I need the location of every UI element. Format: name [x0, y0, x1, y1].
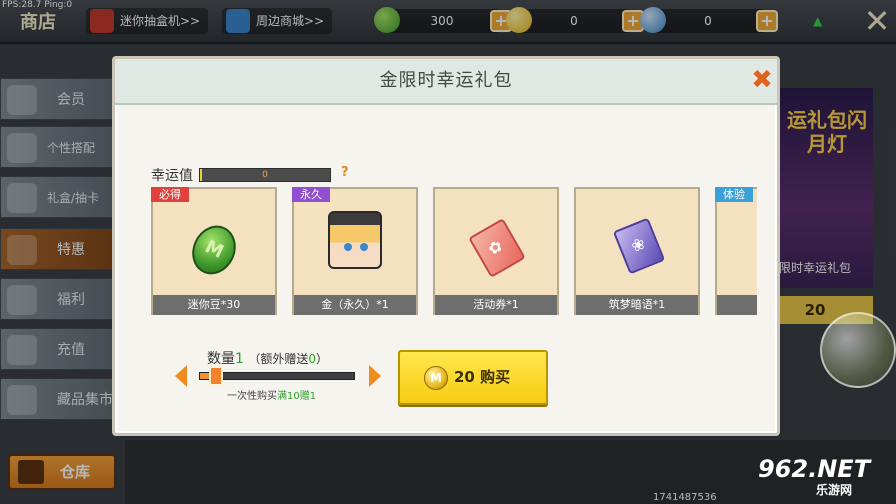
luck-progress-bar: 0: [199, 168, 331, 182]
reward-item[interactable]: 筑梦暗语*1: [574, 187, 700, 315]
reward-tag: 必得: [151, 187, 189, 202]
dream-ticket-icon: [612, 217, 666, 275]
quantity-value: 1: [235, 351, 244, 367]
watermark-sub: 乐游网: [816, 483, 853, 497]
reward-tag: 体验: [715, 187, 753, 202]
mini-bean-icon: M: [184, 218, 244, 282]
bonus-text: （额外赠送0）: [248, 352, 328, 366]
decrease-quantity-icon[interactable]: [175, 365, 187, 387]
bonus-suffix: ）: [316, 352, 329, 366]
hint-prefix: 一次性购买: [227, 391, 277, 402]
floating-bubble-icon[interactable]: [820, 312, 896, 388]
reward-item[interactable]: 永久 金（永久）*1: [292, 187, 418, 315]
bonus-prefix: （额外赠送: [248, 352, 309, 366]
reward-name: 迷你豆*30: [153, 295, 275, 315]
character-avatar-icon: [328, 211, 382, 269]
dialog-header: 金限时幸运礼包 ✖: [115, 59, 777, 105]
luck-value: 0: [262, 170, 268, 180]
quantity-slider-handle[interactable]: [209, 366, 223, 386]
bulk-bonus-hint: 一次性购买满10赠1: [227, 387, 316, 402]
dialog-title: 金限时幸运礼包: [379, 70, 513, 91]
reward-item[interactable]: 体验 金: [715, 187, 757, 315]
reward-name: 筑梦暗语*1: [576, 295, 698, 315]
luck-help-icon[interactable]: ?: [341, 165, 349, 180]
reward-list: M 必得 迷你豆*30 永久 金（永久）*1 活动券*1 筑梦暗语*1 体验 金: [151, 187, 757, 315]
hint-highlight: 满10赠1: [277, 391, 317, 402]
reward-name: 金（永久）*1: [294, 295, 416, 315]
reward-item[interactable]: M 必得 迷你豆*30: [151, 187, 277, 315]
increase-quantity-icon[interactable]: [369, 365, 381, 387]
buy-button-label: 20 购买: [454, 368, 511, 386]
bonus-value: 0: [308, 352, 317, 366]
lucky-pack-dialog: 金限时幸运礼包 ✖ 幸运值 0 ? M 必得 迷你豆*30 永久 金（永久）*1…: [112, 56, 780, 436]
dialog-close-icon[interactable]: ✖: [747, 65, 777, 95]
watermark: 962.NET 乐游网: [758, 455, 894, 501]
buy-button[interactable]: M 20 购买: [398, 350, 548, 405]
event-ticket-icon: [468, 218, 526, 278]
quantity-label: 数量1 （额外赠送0）: [207, 348, 328, 368]
luck-label: 幸运值: [151, 168, 193, 184]
quantity-text: 数量: [207, 351, 235, 367]
watermark-main: 962.NET: [758, 455, 871, 483]
reward-item[interactable]: 活动券*1: [433, 187, 559, 315]
reward-name: 金: [717, 295, 757, 315]
reward-tag: 永久: [292, 187, 330, 202]
mini-coin-icon: M: [424, 366, 448, 390]
reward-name: 活动券*1: [435, 295, 557, 315]
